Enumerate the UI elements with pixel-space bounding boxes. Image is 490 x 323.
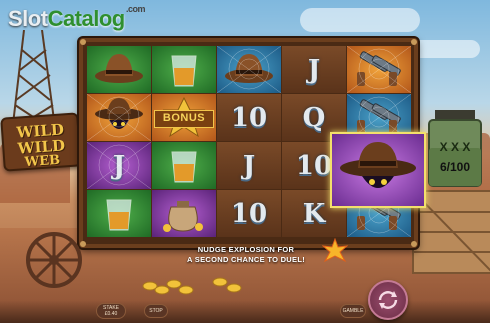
whiskey-icon xyxy=(171,55,197,86)
cowboy-hat-icon xyxy=(340,142,416,188)
logo-part2: Catalog xyxy=(47,6,126,31)
reel-cell xyxy=(152,190,216,237)
message-line2: A SECOND CHANCE TO DUEL! xyxy=(186,255,306,264)
symbol-10: 10 xyxy=(295,150,333,181)
reel-cell xyxy=(217,46,281,93)
hat-icon xyxy=(95,53,143,83)
spin-button[interactable] xyxy=(368,280,408,320)
symbol-j: J xyxy=(242,150,256,181)
reel-cell: 10 xyxy=(217,190,281,237)
logo-part1: Slot xyxy=(8,6,48,31)
logo-suffix: .com xyxy=(126,4,146,14)
sign-line1: WILD WILD xyxy=(15,120,66,158)
symbol-10: 10 xyxy=(230,198,268,229)
whiskey-icon xyxy=(106,199,132,230)
symbol-j: J xyxy=(307,54,321,85)
symbol-q: Q xyxy=(302,102,326,133)
reel-cell xyxy=(87,190,151,237)
reel-cell: J xyxy=(217,142,281,189)
reel-cell xyxy=(152,46,216,93)
reel-cell xyxy=(152,142,216,189)
reel-cell: 10 xyxy=(217,94,281,141)
stake-display[interactable]: STAKE £0.40 xyxy=(96,303,126,319)
symbol-k: K xyxy=(302,198,326,229)
stop-button[interactable]: STOP xyxy=(144,304,168,318)
explosion-icon xyxy=(322,238,348,263)
bonus-label: BONUS xyxy=(154,110,214,128)
reel-cell: J xyxy=(87,142,151,189)
game-title-sign: WILD WILD WEB xyxy=(0,112,82,172)
moneybag-icon xyxy=(163,200,203,232)
control-bar xyxy=(0,300,490,323)
reel-cell xyxy=(87,94,151,141)
reel-cell xyxy=(87,46,151,93)
progress-jar: X X X 6/100 xyxy=(425,108,485,188)
stake-value: £0.40 xyxy=(104,311,118,317)
feature-message: NUDGE EXPLOSION FOR A SECOND CHANCE TO D… xyxy=(155,241,337,273)
reel-cell: BONUS xyxy=(152,94,216,141)
message-line1: NUDGE EXPLOSION FOR xyxy=(197,245,295,254)
reel-cell: J xyxy=(282,46,346,93)
jar-multiplier: X X X xyxy=(439,140,471,154)
wagon-wheel-icon xyxy=(26,232,82,288)
whiskey-icon xyxy=(171,151,197,182)
gamble-button[interactable]: GAMBLE xyxy=(340,304,366,318)
site-logo: SlotCatalog .com xyxy=(8,4,146,32)
zoomed-cowboy-symbol xyxy=(330,132,426,208)
reel-cell xyxy=(347,46,411,93)
spin-arrows-icon xyxy=(378,291,398,309)
symbol-10: 10 xyxy=(230,102,268,133)
jar-counter: 6/100 xyxy=(439,160,471,174)
